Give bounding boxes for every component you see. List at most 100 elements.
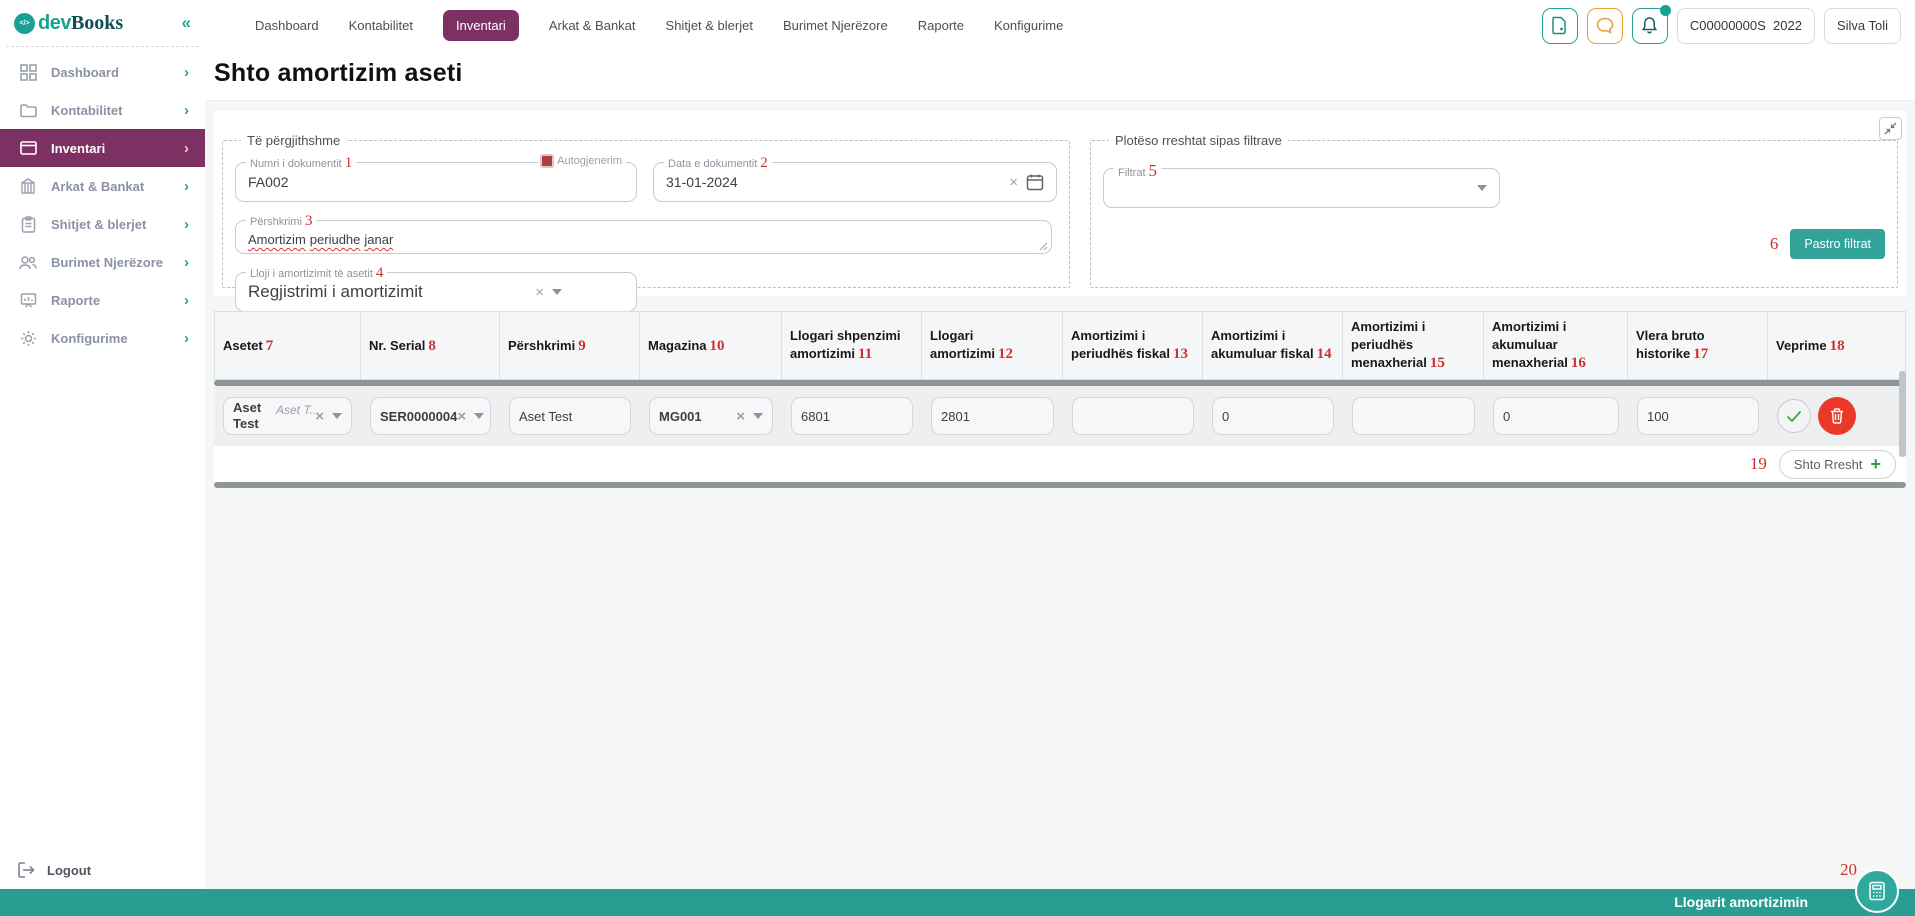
clear-icon[interactable]: ×: [457, 408, 466, 425]
column-header-am-akumuluar-fiskal: Amortizimi i akumuluar fiskal14: [1203, 312, 1343, 380]
document-date-field[interactable]: Data e dokumentit2 31-01-2024 ×: [653, 162, 1057, 202]
sidebar-collapse-icon[interactable]: «: [182, 13, 191, 33]
clear-date-icon[interactable]: ×: [1009, 174, 1018, 191]
chevron-right-icon: ›: [184, 330, 189, 347]
sidebar-item-raporte[interactable]: Raporte ›: [0, 281, 205, 319]
collapse-panel-button[interactable]: [1879, 117, 1902, 140]
calculate-amortization-label: Llogarit amortizimin: [1674, 894, 1808, 910]
sidebar-item-inventari[interactable]: Inventari ›: [0, 129, 205, 167]
chevron-down-icon[interactable]: [1477, 185, 1487, 191]
company-selector-button[interactable]: C00000000S 2022: [1677, 8, 1815, 44]
chevron-down-icon[interactable]: [332, 413, 342, 419]
row-description-input[interactable]: Aset Test: [509, 397, 631, 435]
clear-icon[interactable]: ×: [736, 408, 745, 425]
annotation-7: 7: [266, 338, 274, 354]
collapse-arrows-icon: [1884, 122, 1897, 135]
nav-item-arkat-bankat[interactable]: Arkat & Bankat: [549, 18, 636, 33]
sidebar-item-label: Arkat & Bankat: [51, 179, 144, 194]
chevron-right-icon: ›: [184, 254, 189, 271]
sidebar-item-label: Inventari: [51, 141, 105, 156]
nav-item-inventari[interactable]: Inventari: [443, 10, 519, 41]
calculate-amortization-button[interactable]: [1855, 869, 1899, 913]
nav-item-shitjet-blerjet[interactable]: Shitjet & blerjet: [666, 18, 753, 33]
asetet-ghost-label: Aset T...: [276, 403, 320, 417]
nav-item-kontabilitet[interactable]: Kontabilitet: [349, 18, 413, 33]
nav-item-dashboard[interactable]: Dashboard: [255, 18, 319, 33]
resize-handle-icon[interactable]: [1039, 242, 1048, 251]
cell-pershkrimi: Aset Test: [500, 392, 640, 440]
nav-item-burimet-njerezore[interactable]: Burimet Njerëzore: [783, 18, 888, 33]
check-icon: [1786, 410, 1802, 423]
sidebar-item-label: Shitjet & blerjet: [51, 217, 146, 232]
chevron-down-icon[interactable]: [474, 413, 484, 419]
nav-item-konfigurime[interactable]: Konfigurime: [994, 18, 1063, 33]
add-row-button[interactable]: Shto Rresht +: [1779, 450, 1896, 479]
nav-item-raporte[interactable]: Raporte: [918, 18, 964, 33]
clear-filters-button[interactable]: Pastro filtrat: [1790, 229, 1885, 259]
column-header-am-akumuluar-menaxherial: Amortizimi i akumuluar menaxherial16: [1484, 312, 1628, 380]
filters-label: Filtrat5: [1114, 161, 1161, 181]
sidebar-item-burimet-njerezore[interactable]: Burimet Njerëzore ›: [0, 243, 205, 281]
notification-badge: [1660, 5, 1671, 16]
notifications-button[interactable]: [1632, 8, 1668, 44]
logout-button[interactable]: Logout: [0, 862, 109, 878]
document-number-label: Numri i dokumentit1: [246, 155, 356, 172]
delete-row-button[interactable]: [1818, 397, 1856, 435]
user-menu-button[interactable]: Silva Toli: [1824, 8, 1901, 44]
cell-vlera-bruto: 100: [1628, 392, 1768, 440]
horizontal-scrollbar-bottom[interactable]: [214, 482, 1906, 488]
sidebar-item-dashboard[interactable]: Dashboard ›: [0, 53, 205, 91]
description-field[interactable]: Përshkrimi3 Amortizimperiudhejanar: [235, 220, 1052, 254]
sidebar-item-kontabilitet[interactable]: Kontabilitet ›: [0, 91, 205, 129]
sidebar-item-shitjet-blerjet[interactable]: Shitjet & blerjet ›: [0, 205, 205, 243]
sidebar: </> dev Books « Dashboard › Kontabilitet…: [0, 0, 205, 916]
sidebar-nav: Dashboard › Kontabilitet › Inventari › A…: [0, 53, 205, 357]
sidebar-item-arkat-bankat[interactable]: Arkat & Bankat ›: [0, 167, 205, 205]
autogenerate-checkbox-icon: [542, 156, 552, 166]
document-date-value: 31-01-2024: [666, 174, 738, 190]
period-managerial-input[interactable]: [1352, 397, 1475, 435]
calendar-icon[interactable]: [1026, 173, 1044, 191]
annotation-4: 4: [376, 265, 384, 281]
annotation-5: 5: [1149, 161, 1158, 180]
annotation-18: 18: [1830, 338, 1845, 354]
vertical-scrollbar[interactable]: [1899, 371, 1906, 457]
annotation-2: 2: [760, 155, 768, 171]
serial-select[interactable]: SER0000004 ×: [370, 397, 491, 435]
chevron-right-icon: ›: [184, 102, 189, 119]
new-document-button[interactable]: [1542, 8, 1578, 44]
description-label: Përshkrimi3: [246, 213, 316, 230]
column-header-am-periudhes-menaxherial: Amortizimi i periudhës menaxherial15: [1343, 312, 1484, 380]
chevron-right-icon: ›: [184, 216, 189, 233]
page-title: Shto amortizim aseti: [214, 59, 1915, 88]
add-row-label: Shto Rresht: [1794, 457, 1863, 472]
sidebar-item-label: Dashboard: [51, 65, 119, 80]
filters-section: Plotëso rreshtat sipas filtrave Filtrat5…: [1090, 133, 1898, 288]
confirm-row-button[interactable]: [1777, 399, 1811, 433]
asetet-select[interactable]: Aset Test Aset T... ×: [223, 397, 352, 435]
sidebar-item-konfigurime[interactable]: Konfigurime ›: [0, 319, 205, 357]
gross-value-input[interactable]: 100: [1637, 397, 1759, 435]
annotation-19: 19: [1750, 454, 1767, 474]
annotation-6: 6: [1770, 234, 1779, 254]
filters-select-field[interactable]: Filtrat5: [1103, 168, 1500, 208]
chevron-down-icon[interactable]: [753, 413, 763, 419]
brand-code-icon: </>: [14, 13, 35, 34]
chat-button[interactable]: [1587, 8, 1623, 44]
clear-type-icon[interactable]: ×: [535, 284, 544, 301]
column-header-llogari-shpenzimi: Llogari shpenzimi amortizimi11: [782, 312, 922, 380]
accumulated-managerial-input[interactable]: 0: [1493, 397, 1619, 435]
annotation-11: 11: [858, 346, 872, 362]
chevron-right-icon: ›: [184, 140, 189, 157]
accumulated-fiscal-input[interactable]: 0: [1212, 397, 1334, 435]
expense-account-input[interactable]: 6801: [791, 397, 913, 435]
amortization-type-field[interactable]: Lloji i amortizimit të asetit4 Regjistri…: [235, 272, 637, 312]
chevron-down-icon[interactable]: [552, 289, 562, 295]
document-number-field[interactable]: Numri i dokumentit1 FA002 Autogjenerim: [235, 162, 637, 202]
annotation-16: 16: [1571, 355, 1586, 371]
document-icon: [1551, 16, 1568, 35]
amortization-account-input[interactable]: 2801: [931, 397, 1054, 435]
magazina-select[interactable]: MG001 ×: [649, 397, 773, 435]
autogenerate-toggle[interactable]: Autogjenerim: [538, 155, 626, 167]
period-fiscal-input[interactable]: [1072, 397, 1194, 435]
